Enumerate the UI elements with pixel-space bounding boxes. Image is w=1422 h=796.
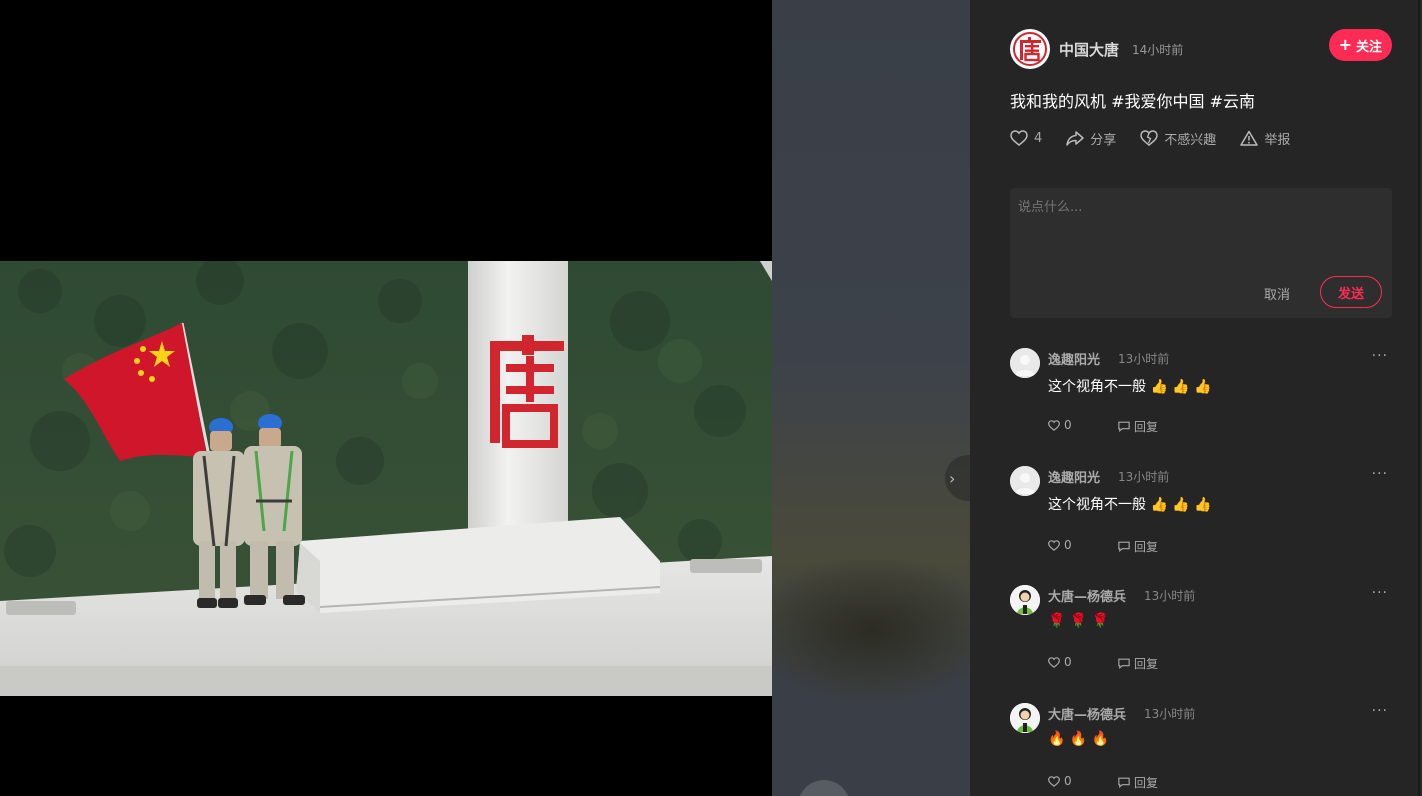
chat-bubble-icon xyxy=(1118,777,1130,788)
heart-icon xyxy=(1010,130,1028,146)
chat-bubble-icon xyxy=(1118,658,1130,669)
default-avatar-icon xyxy=(1010,466,1040,496)
default-avatar-icon xyxy=(1010,348,1040,378)
not-interested-label: 不感兴趣 xyxy=(1164,132,1217,148)
comment-input[interactable] xyxy=(1018,200,1378,215)
comment-reply-button[interactable]: 回复 xyxy=(1118,418,1158,435)
video-player[interactable] xyxy=(0,0,772,796)
author-name[interactable]: 中国大唐 xyxy=(1059,39,1119,60)
chevron-right-icon: › xyxy=(949,468,956,488)
like-button[interactable]: 4 xyxy=(1010,130,1042,146)
chat-bubble-icon xyxy=(1118,421,1130,432)
blurred-shape xyxy=(772,560,970,700)
comment-item: 大唐—杨德兵 13小时前 ··· 🌹 🌹 🌹 0 回复 xyxy=(1010,585,1392,685)
comment-reply-button[interactable]: 回复 xyxy=(1118,774,1158,791)
video-still xyxy=(0,261,772,696)
commenter-name[interactable]: 大唐—杨德兵 xyxy=(1048,586,1126,605)
comment-text: 这个视角不一般 👍 👍 👍 xyxy=(1048,497,1212,513)
heart-icon xyxy=(1048,775,1060,787)
heart-icon xyxy=(1048,656,1060,668)
control-button[interactable] xyxy=(798,780,850,796)
comment-like-count: 0 xyxy=(1064,418,1072,432)
like-count: 4 xyxy=(1034,130,1043,146)
author-row: 中国大唐 14小时前 + 关注 xyxy=(1010,28,1392,70)
cancel-button[interactable]: 取消 xyxy=(1264,284,1290,303)
author-avatar[interactable] xyxy=(1010,29,1050,69)
avatar[interactable] xyxy=(1010,585,1040,615)
more-options-icon[interactable]: ··· xyxy=(1372,348,1388,364)
datang-logo-icon xyxy=(1013,32,1047,66)
report-label: 举报 xyxy=(1264,132,1291,148)
comment-like-button[interactable]: 0 xyxy=(1048,774,1072,788)
send-button[interactable]: 发送 xyxy=(1320,276,1382,308)
comment-like-count: 0 xyxy=(1064,774,1072,788)
post-caption: 我和我的风机 #我爱你中国 #云南 xyxy=(1010,92,1255,111)
post-actions: 4 分享 不感兴趣 举报 xyxy=(1010,128,1314,148)
reply-label: 回复 xyxy=(1134,540,1159,554)
heart-icon xyxy=(1048,419,1060,431)
comment-item: 逸趣阳光 13小时前 ··· 这个视角不一般 👍 👍 👍 0 回复 xyxy=(1010,348,1392,448)
share-label: 分享 xyxy=(1090,132,1117,148)
more-options-icon[interactable]: ··· xyxy=(1372,466,1388,482)
commenter-name[interactable]: 大唐—杨德兵 xyxy=(1048,704,1126,723)
share-icon xyxy=(1066,131,1085,146)
heart-icon xyxy=(1048,539,1060,551)
reply-label: 回复 xyxy=(1134,420,1159,434)
comment-like-button[interactable]: 0 xyxy=(1048,538,1072,552)
comment-like-button[interactable]: 0 xyxy=(1048,418,1072,432)
more-options-icon[interactable]: ··· xyxy=(1372,585,1388,601)
comment-time: 13小时前 xyxy=(1144,589,1196,603)
comment-composer: 取消 发送 xyxy=(1010,188,1392,318)
comment-time: 13小时前 xyxy=(1118,352,1170,366)
detail-panel: 中国大唐 14小时前 + 关注 我和我的风机 #我爱你中国 #云南 4 分享 不… xyxy=(970,0,1422,796)
scrollbar[interactable] xyxy=(1418,0,1420,796)
chat-bubble-icon xyxy=(1118,541,1130,552)
broken-heart-icon xyxy=(1140,130,1159,146)
commenter-name[interactable]: 逸趣阳光 xyxy=(1048,467,1100,486)
comment-text: 这个视角不一般 👍 👍 👍 xyxy=(1048,379,1212,395)
comment-time: 13小时前 xyxy=(1118,470,1170,484)
share-button[interactable]: 分享 xyxy=(1066,129,1116,148)
plus-icon: + xyxy=(1338,35,1352,54)
comment-item: 逸趣阳光 13小时前 ··· 这个视角不一般 👍 👍 👍 0 回复 xyxy=(1010,466,1392,566)
comment-text: 🔥 🔥 🔥 xyxy=(1048,731,1110,747)
comment-like-button[interactable]: 0 xyxy=(1048,655,1072,669)
report-button[interactable]: 举报 xyxy=(1240,129,1290,148)
comment-item: 大唐—杨德兵 13小时前 ··· 🔥 🔥 🔥 0 回复 xyxy=(1010,703,1392,796)
blurred-background: › xyxy=(772,0,970,796)
comment-like-count: 0 xyxy=(1064,655,1072,669)
post-time: 14小时前 xyxy=(1132,42,1184,57)
follow-button[interactable]: + 关注 xyxy=(1328,29,1392,61)
cartoon-avatar-icon xyxy=(1010,703,1040,733)
follow-label: 关注 xyxy=(1355,39,1382,55)
avatar[interactable] xyxy=(1010,466,1040,496)
cartoon-avatar-icon xyxy=(1010,585,1040,615)
comment-text: 🌹 🌹 🌹 xyxy=(1048,613,1110,629)
commenter-name[interactable]: 逸趣阳光 xyxy=(1048,349,1100,368)
video-frame[interactable] xyxy=(0,261,772,696)
comment-reply-button[interactable]: 回复 xyxy=(1118,538,1158,555)
comment-time: 13小时前 xyxy=(1144,707,1196,721)
avatar[interactable] xyxy=(1010,703,1040,733)
comment-reply-button[interactable]: 回复 xyxy=(1118,655,1158,672)
warning-icon xyxy=(1240,130,1259,146)
avatar[interactable] xyxy=(1010,348,1040,378)
comment-like-count: 0 xyxy=(1064,538,1072,552)
collapse-panel-button[interactable]: › xyxy=(945,455,970,501)
more-options-icon[interactable]: ··· xyxy=(1372,703,1388,719)
not-interested-button[interactable]: 不感兴趣 xyxy=(1140,129,1216,148)
reply-label: 回复 xyxy=(1134,657,1159,671)
reply-label: 回复 xyxy=(1134,776,1159,790)
